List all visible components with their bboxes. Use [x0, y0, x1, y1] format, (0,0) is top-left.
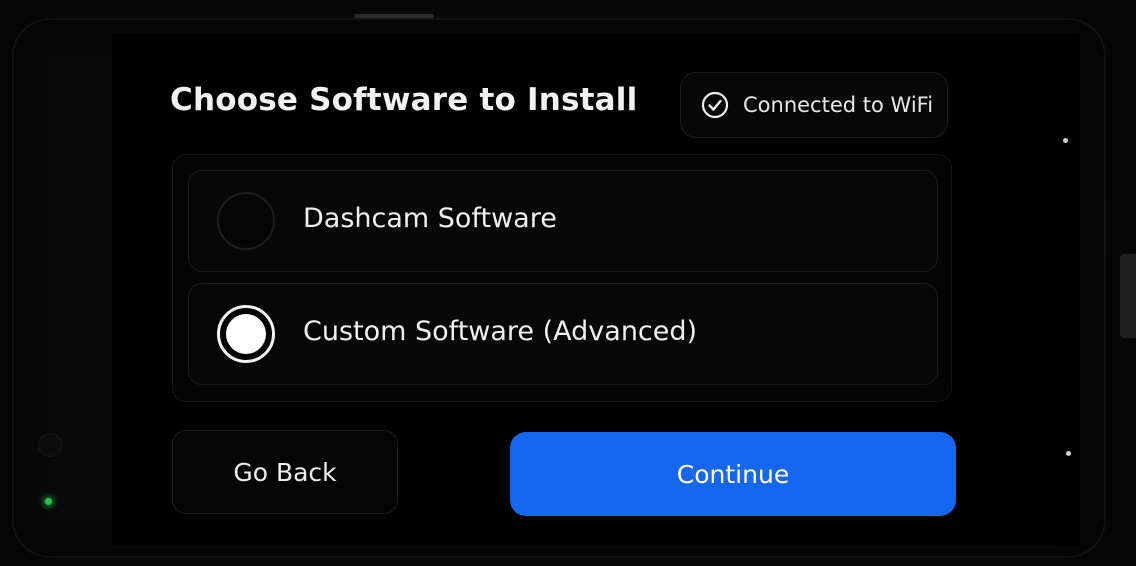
wifi-status-text: Connected to WiFi [743, 93, 934, 117]
option-label: Custom Software (Advanced) [303, 316, 698, 347]
usb-port [1120, 254, 1136, 338]
continue-button[interactable]: Continue [510, 432, 956, 516]
radio-button-unselected[interactable] [217, 192, 275, 250]
go-back-button[interactable]: Go Back [172, 430, 398, 514]
radio-button-selected[interactable] [217, 305, 275, 363]
option-dashcam-software[interactable]: Dashcam Software [188, 170, 938, 272]
wifi-status-badge: Connected to WiFi [680, 72, 948, 138]
background: Choose Software to Install Connected to … [0, 0, 1136, 566]
device-top-notch [354, 14, 434, 18]
option-label: Dashcam Software [303, 203, 557, 234]
option-custom-software[interactable]: Custom Software (Advanced) [188, 283, 938, 385]
check-circle-icon [701, 91, 729, 119]
status-led [45, 498, 52, 505]
front-sensor [38, 433, 62, 457]
side-indicator-dot [1066, 451, 1071, 456]
radio-dot [226, 314, 266, 354]
side-indicator-dot [1063, 138, 1068, 143]
page-title: Choose Software to Install [170, 82, 638, 118]
